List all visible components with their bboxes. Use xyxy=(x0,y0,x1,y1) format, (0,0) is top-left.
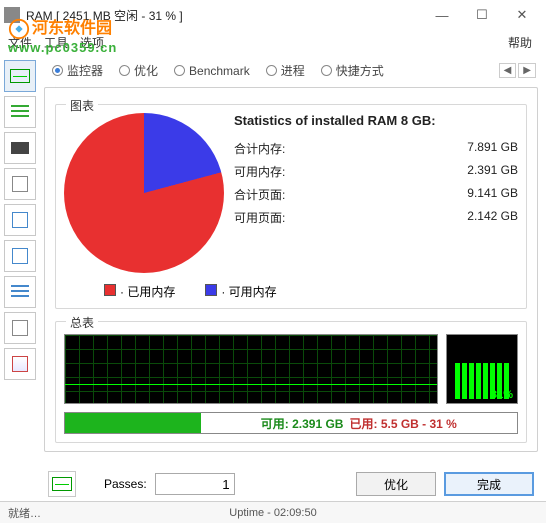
vu-meter: 31% xyxy=(446,334,518,404)
legend-free: · 可用内存 xyxy=(221,285,276,299)
radio-icon xyxy=(321,65,332,76)
chart-group-title: 图表 xyxy=(66,97,98,114)
sidebar-item-list1[interactable] xyxy=(4,96,36,128)
main-panel: 图表 Statistics of installed RAM 8 GB: 合计内… xyxy=(44,87,538,452)
radio-icon xyxy=(174,65,185,76)
graph-icon xyxy=(10,69,30,83)
tab-optimize[interactable]: 优化 xyxy=(113,62,164,79)
status-ready: 就绪… xyxy=(8,505,41,521)
sidebar-item-5[interactable] xyxy=(4,204,36,236)
menu-help[interactable]: 帮助 xyxy=(508,34,532,51)
sidebar-item-chip[interactable] xyxy=(4,132,36,164)
maximize-button[interactable]: ☐ xyxy=(462,1,502,29)
legend-swatch-free xyxy=(205,284,217,296)
stats-title: Statistics of installed RAM 8 GB: xyxy=(234,113,518,128)
passes-input[interactable] xyxy=(155,473,235,495)
graph-icon xyxy=(52,477,72,491)
tab-scroll-right[interactable]: ▶ xyxy=(518,63,536,78)
chart-group: 图表 Statistics of installed RAM 8 GB: 合计内… xyxy=(55,104,527,309)
minimize-button[interactable]: — xyxy=(422,1,462,29)
done-button[interactable]: 完成 xyxy=(444,472,534,496)
avail-page-value: 2.142 GB xyxy=(467,209,518,226)
vu-percent: 31% xyxy=(491,389,513,401)
total-page-value: 9.141 GB xyxy=(467,186,518,203)
legend-swatch-used xyxy=(104,284,116,296)
usage-text: 可用: 2.391 GB 已用: 5.5 GB - 31 % xyxy=(201,413,517,433)
avail-page-label: 可用页面: xyxy=(234,209,285,226)
total-mem-value: 7.891 GB xyxy=(467,140,518,157)
bottom-graph-button[interactable] xyxy=(48,471,76,497)
list-icon xyxy=(11,105,29,119)
usage-free-segment xyxy=(65,413,201,433)
mail-icon xyxy=(12,356,28,372)
usage-bar: 可用: 2.391 GB 已用: 5.5 GB - 31 % xyxy=(64,412,518,434)
radio-icon xyxy=(266,65,277,76)
total-mem-label: 合计内存: xyxy=(234,140,285,157)
legend-used: · 已用内存 xyxy=(120,285,175,299)
tab-monitor[interactable]: 监控器 xyxy=(46,62,109,79)
summary-group: 总表 31% xyxy=(55,321,527,443)
close-button[interactable]: ✕ xyxy=(502,1,542,29)
avail-mem-value: 2.391 GB xyxy=(467,163,518,180)
menu-tools[interactable]: 工具 xyxy=(44,34,68,51)
menu-file[interactable]: 文件 xyxy=(8,34,32,51)
summary-group-title: 总表 xyxy=(66,314,98,331)
bottom-row: Passes: 优化 完成 xyxy=(44,463,538,497)
sidebar-item-7[interactable] xyxy=(4,276,36,308)
legend: · 已用内存 · 可用内存 xyxy=(64,283,518,300)
stats-block: Statistics of installed RAM 8 GB: 合计内存: 7… xyxy=(234,113,518,273)
optimize-button[interactable]: 优化 xyxy=(356,472,436,496)
sidebar-item-monitor[interactable] xyxy=(4,60,36,92)
app-icon xyxy=(4,7,20,23)
tab-scroll-left[interactable]: ◀ xyxy=(499,63,517,78)
window-title: RAM [ 2451 MB 空闲 - 31 % ] xyxy=(26,7,422,24)
history-graph xyxy=(64,334,438,404)
radio-icon xyxy=(52,65,63,76)
radio-icon xyxy=(119,65,130,76)
tab-row: 监控器 优化 Benchmark 进程 快捷方式 ◀ ▶ xyxy=(44,58,538,87)
sidebar-item-8[interactable] xyxy=(4,312,36,344)
menu-options[interactable]: 选项 xyxy=(80,34,104,51)
sidebar-item-6[interactable] xyxy=(4,240,36,272)
total-page-label: 合计页面: xyxy=(234,186,285,203)
passes-label: Passes: xyxy=(104,477,147,491)
checklist-icon xyxy=(11,285,29,299)
menu-bar: 文件 工具 选项 帮助 xyxy=(0,30,546,54)
misc-icon xyxy=(12,248,28,264)
title-bar: RAM [ 2451 MB 空闲 - 31 % ] — ☐ ✕ xyxy=(0,0,546,30)
chip-icon xyxy=(11,142,29,154)
sidebar xyxy=(0,54,40,501)
misc-icon xyxy=(12,212,28,228)
avail-mem-label: 可用内存: xyxy=(234,163,285,180)
tab-process[interactable]: 进程 xyxy=(260,62,311,79)
tab-shortcut[interactable]: 快捷方式 xyxy=(315,62,390,79)
misc-icon xyxy=(12,176,28,192)
status-uptime: Uptime - 02:09:50 xyxy=(229,507,316,519)
tab-benchmark[interactable]: Benchmark xyxy=(168,64,256,78)
misc-icon xyxy=(12,320,28,336)
status-bar: 就绪… Uptime - 02:09:50 xyxy=(0,501,546,523)
sidebar-item-9[interactable] xyxy=(4,348,36,380)
sidebar-item-4[interactable] xyxy=(4,168,36,200)
pie-chart xyxy=(64,113,224,273)
